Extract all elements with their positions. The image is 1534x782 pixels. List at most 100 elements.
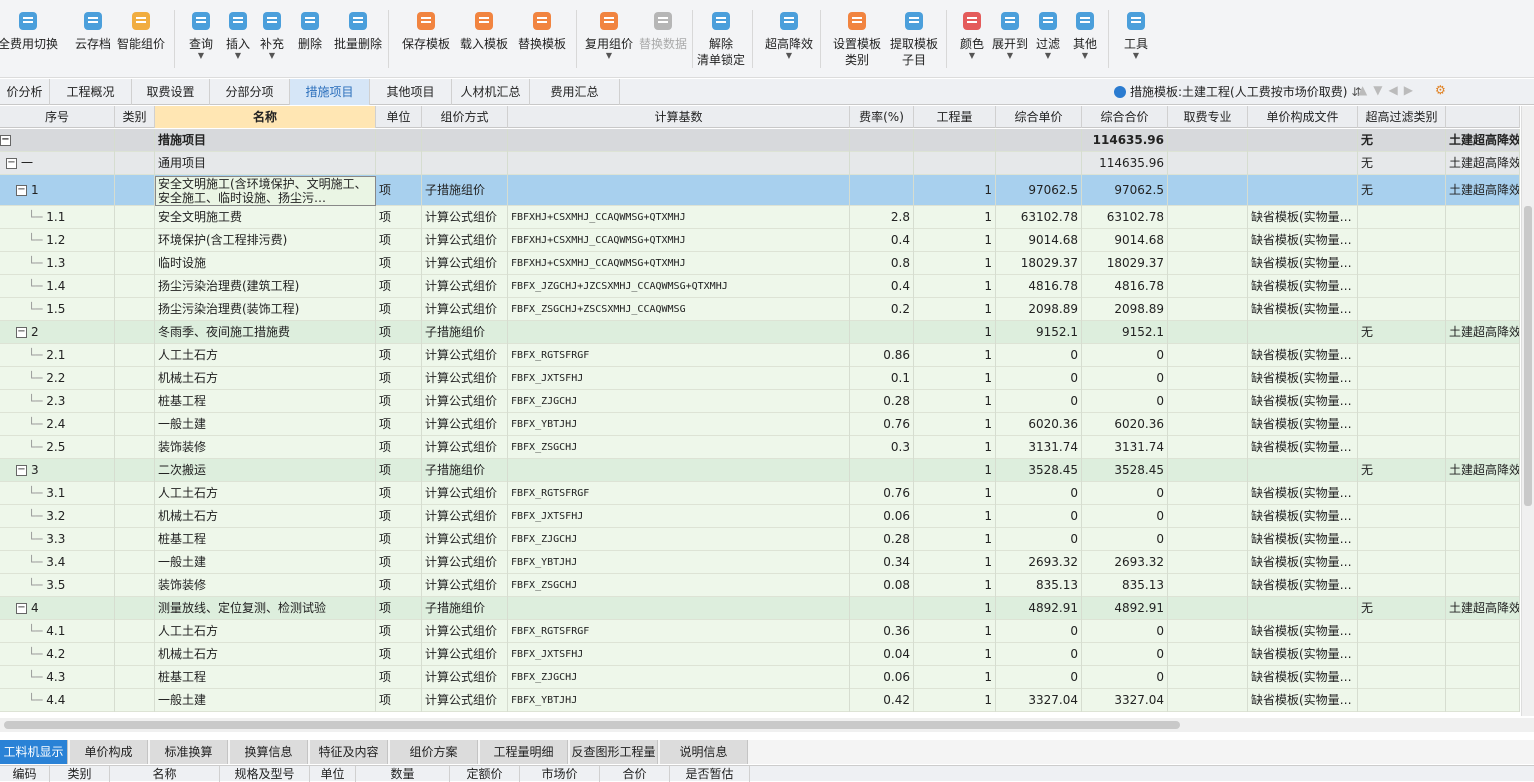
- table-cell[interactable]: FBFX_ZSGCHJ: [508, 436, 850, 459]
- table-cell[interactable]: [508, 597, 850, 620]
- table-cell[interactable]: 桩基工程: [155, 528, 376, 551]
- table-cell[interactable]: [508, 152, 850, 175]
- table-cell[interactable]: 人工土石方: [155, 482, 376, 505]
- table-cell[interactable]: 人工土石方: [155, 344, 376, 367]
- table-cell[interactable]: 一般土建: [155, 551, 376, 574]
- column-header[interactable]: [1446, 106, 1520, 128]
- table-cell[interactable]: FBFX_JXTSFHJ: [508, 505, 850, 528]
- right-arrow-icon[interactable]: ▶: [1404, 83, 1413, 97]
- table-cell[interactable]: FBFX_JXTSFHJ: [508, 367, 850, 390]
- table-cell[interactable]: FBFX_ZJGCHJ: [508, 390, 850, 413]
- column-header[interactable]: 取费专业: [1168, 106, 1248, 128]
- table-cell[interactable]: 扬尘污染治理费(建筑工程): [155, 275, 376, 298]
- bottom-tab-2[interactable]: 标准换算: [150, 740, 228, 764]
- toolbar-button-7[interactable]: 批量删除: [332, 8, 384, 52]
- column-header[interactable]: 综合合价: [1082, 106, 1168, 128]
- table-row[interactable]: −4 测量放线、定位复测、检测试验项子措施组价 1 4892.91 4892.91 无土建…: [0, 597, 1520, 620]
- table-row[interactable]: └─ 1.1 安全文明施工费项计算公式组价 FBFXHJ+CSXMHJ_CCAQWM…: [0, 206, 1520, 229]
- table-row[interactable]: −1 安全文明施工(含环境保护、文明施工、安全施工、临时设施、扬尘污… 项子措施组价…: [0, 175, 1520, 206]
- table-cell[interactable]: 测量放线、定位复测、检测试验: [155, 597, 376, 620]
- table-row[interactable]: −3 二次搬运项子措施组价 1 3528.45 3528.45 无土建超高降效: [0, 459, 1520, 482]
- table-cell[interactable]: 机械土石方: [155, 367, 376, 390]
- bottom-column-header[interactable]: 数量: [356, 766, 450, 782]
- bottom-column-header[interactable]: 市场价: [520, 766, 600, 782]
- table-cell[interactable]: [508, 321, 850, 344]
- column-header[interactable]: 费率(%): [850, 106, 914, 128]
- column-header[interactable]: 类别: [115, 106, 155, 128]
- left-arrow-icon[interactable]: ◀: [1388, 83, 1397, 97]
- tab-7[interactable]: 费用汇总: [530, 79, 620, 105]
- column-header[interactable]: 组价方式: [422, 106, 508, 128]
- tab-2[interactable]: 取费设置: [132, 79, 210, 105]
- table-cell[interactable]: 机械土石方: [155, 505, 376, 528]
- column-header[interactable]: 单位: [376, 106, 422, 128]
- toolbar-button-17[interactable]: 颜色 ▼: [958, 8, 986, 60]
- table-cell[interactable]: 措施项目: [155, 129, 376, 152]
- table-row[interactable]: └─ 3.1 人工土石方项计算公式组价 FBFX_RGTSFRGF 0.76 1 0 0 缺省…: [0, 482, 1520, 505]
- table-cell[interactable]: 桩基工程: [155, 666, 376, 689]
- bottom-tab-1[interactable]: 单价构成: [70, 740, 148, 764]
- tab-1[interactable]: 工程概况: [50, 79, 132, 105]
- table-row[interactable]: └─ 4.3 桩基工程项计算公式组价 FBFX_ZJGCHJ 0.06 1 0 0 缺省模板(…: [0, 666, 1520, 689]
- table-cell[interactable]: 通用项目: [155, 152, 376, 175]
- toolbar-button-9[interactable]: 载入模板: [458, 8, 510, 52]
- table-cell[interactable]: 冬雨季、夜间施工措施费: [155, 321, 376, 344]
- table-cell[interactable]: 二次搬运: [155, 459, 376, 482]
- table-cell[interactable]: FBFX_YBTJHJ: [508, 551, 850, 574]
- table-cell[interactable]: 桩基工程: [155, 390, 376, 413]
- table-cell[interactable]: FBFX_ZSGCHJ: [508, 574, 850, 597]
- column-header[interactable]: 计算基数: [508, 106, 850, 128]
- toolbar-button-4[interactable]: 插入 ▼: [224, 8, 252, 60]
- collapse-icon[interactable]: −: [16, 465, 27, 476]
- table-cell[interactable]: FBFX_ZSGCHJ+ZSCSXMHJ_CCAQWMSG: [508, 298, 850, 321]
- table-cell[interactable]: FBFX_YBTJHJ: [508, 689, 850, 712]
- tab-5[interactable]: 其他项目: [370, 79, 452, 105]
- table-cell[interactable]: FBFX_JXTSFHJ: [508, 643, 850, 666]
- table-row[interactable]: └─ 4.4 一般土建项计算公式组价 FBFX_YBTJHJ 0.42 1 3327.04…: [0, 689, 1520, 712]
- table-cell[interactable]: 装饰装修: [155, 436, 376, 459]
- table-row[interactable]: └─ 3.5 装饰装修项计算公式组价 FBFX_ZSGCHJ 0.08 1 835.13 8…: [0, 574, 1520, 597]
- table-cell[interactable]: [508, 175, 850, 206]
- vertical-scrollbar[interactable]: [1521, 106, 1534, 716]
- table-cell[interactable]: [508, 129, 850, 152]
- table-cell[interactable]: 环境保护(含工程排污费): [155, 229, 376, 252]
- bottom-column-header[interactable]: 定额价: [450, 766, 520, 782]
- table-row[interactable]: − 一 通用项目 114635.96 无土建超高降效: [0, 152, 1520, 175]
- table-row[interactable]: −2 冬雨季、夜间施工措施费项子措施组价 1 9152.1 9152.1 无土建超高降效: [0, 321, 1520, 344]
- column-header[interactable]: 工程量: [914, 106, 996, 128]
- toolbar-button-0[interactable]: 全费用切换: [0, 8, 58, 52]
- table-cell[interactable]: 机械土石方: [155, 643, 376, 666]
- bottom-tab-8[interactable]: 说明信息: [660, 740, 748, 764]
- table-cell[interactable]: FBFXHJ+CSXMHJ_CCAQWMSG+QTXMHJ: [508, 252, 850, 275]
- table-cell[interactable]: 一般土建: [155, 689, 376, 712]
- table-row[interactable]: └─ 3.2 机械土石方项计算公式组价 FBFX_JXTSFHJ 0.06 1 0 0 缺省模…: [0, 505, 1520, 528]
- table-cell[interactable]: 临时设施: [155, 252, 376, 275]
- toolbar-button-20[interactable]: 其他 ▼: [1070, 8, 1100, 60]
- vertical-scroll-thumb[interactable]: [1524, 206, 1532, 506]
- table-cell[interactable]: 安全文明施工费: [155, 206, 376, 229]
- tab-4[interactable]: 措施项目: [290, 79, 370, 105]
- table-cell[interactable]: FBFX_RGTSFRGF: [508, 620, 850, 643]
- tab-0[interactable]: 价分析: [0, 79, 50, 105]
- toolbar-button-19[interactable]: 过滤 ▼: [1034, 8, 1062, 60]
- toolbar-button-13[interactable]: 解除 清单锁定: [696, 8, 746, 68]
- column-header[interactable]: 序号: [0, 106, 115, 128]
- bottom-tab-6[interactable]: 工程量明细: [480, 740, 568, 764]
- column-header[interactable]: 超高过滤类别: [1358, 106, 1446, 128]
- down-arrow-icon[interactable]: ▼: [1373, 83, 1382, 97]
- table-row[interactable]: └─ 1.2 环境保护(含工程排污费) 项计算公式组价 FBFXHJ+CSXMHJ_C…: [0, 229, 1520, 252]
- table-row[interactable]: └─ 4.1 人工土石方项计算公式组价 FBFX_RGTSFRGF 0.36 1 0 0 缺省…: [0, 620, 1520, 643]
- toolbar-button-21[interactable]: 工具 ▼: [1121, 8, 1151, 60]
- column-header[interactable]: 综合单价: [996, 106, 1082, 128]
- table-cell[interactable]: [508, 459, 850, 482]
- table-cell[interactable]: 扬尘污染治理费(装饰工程): [155, 298, 376, 321]
- bottom-column-header[interactable]: 合价: [600, 766, 670, 782]
- table-row[interactable]: └─ 1.5 扬尘污染治理费(装饰工程) 项计算公式组价 FBFX_ZSGCHJ+ZS…: [0, 298, 1520, 321]
- table-cell[interactable]: 一般土建: [155, 413, 376, 436]
- horizontal-scrollbar[interactable]: [0, 718, 1534, 732]
- table-row[interactable]: └─ 2.4 一般土建项计算公式组价 FBFX_YBTJHJ 0.76 1 6020.36…: [0, 413, 1520, 436]
- table-row[interactable]: − 措施项目 114635.96 无土建超高降效: [0, 129, 1520, 152]
- horizontal-scroll-thumb[interactable]: [4, 721, 1180, 729]
- bottom-column-header[interactable]: 是否暂估: [670, 766, 750, 782]
- toolbar-button-11[interactable]: 复用组价 ▼: [584, 8, 634, 60]
